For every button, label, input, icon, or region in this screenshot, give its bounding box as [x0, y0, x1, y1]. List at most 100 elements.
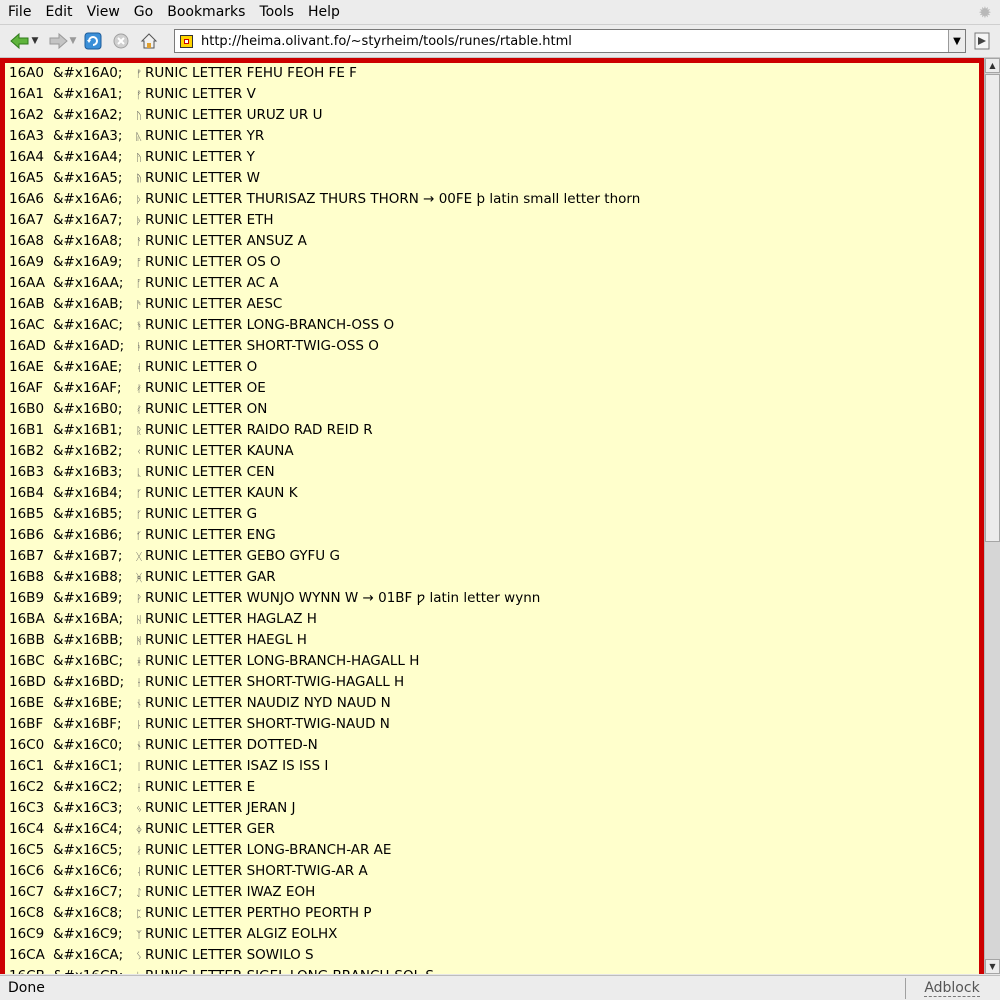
- row-code: 16C6: [9, 863, 45, 879]
- adblock-panel[interactable]: Adblock: [905, 978, 998, 999]
- back-dropdown-icon[interactable]: ▼: [32, 36, 39, 46]
- table-row: 16BE &#x16BE; ᚾ RUNIC LETTER NAUDIZ NYD NAU…: [9, 693, 391, 714]
- row-code: 16A5: [9, 170, 45, 186]
- row-entity: &#x16A3;: [53, 128, 123, 144]
- table-row: 16A8 &#x16A8; ᚨ RUNIC LETTER ANSUZ A: [9, 231, 307, 252]
- row-name: RUNIC LETTER KAUN K: [145, 485, 298, 501]
- row-name: RUNIC LETTER WUNJO WYNN W → 01BF ƿ latin…: [145, 590, 541, 606]
- row-entity: &#x16B0;: [53, 401, 123, 417]
- row-name: RUNIC LETTER URUZ UR U: [145, 107, 323, 123]
- page-content: 16A0 &#x16A0; ᚠ RUNIC LETTER FEHU FEOH FE F…: [0, 58, 984, 974]
- row-name: RUNIC LETTER YR: [145, 128, 265, 144]
- row-name: RUNIC LETTER SHORT-TWIG-NAUD N: [145, 716, 390, 732]
- scroll-up-arrow-icon[interactable]: ▲: [985, 58, 1000, 73]
- row-code: 16B6: [9, 527, 45, 543]
- row-code: 16A3: [9, 128, 45, 144]
- table-row: 16A0 &#x16A0; ᚠ RUNIC LETTER FEHU FEOH FE F: [9, 63, 357, 84]
- row-name: RUNIC LETTER GAR: [145, 569, 276, 585]
- back-button[interactable]: ▼: [6, 29, 42, 53]
- scrollbar-thumb[interactable]: [985, 74, 1000, 542]
- menu-help[interactable]: Help: [301, 0, 347, 24]
- reload-button[interactable]: [82, 29, 104, 53]
- row-code: 16A7: [9, 212, 45, 228]
- vertical-scrollbar[interactable]: ▲ ▼: [984, 58, 1000, 974]
- row-name: RUNIC LETTER THURISAZ THURS THORN → 00FE…: [145, 191, 641, 207]
- row-code: 16A4: [9, 149, 45, 165]
- row-name: RUNIC LETTER CEN: [145, 464, 275, 480]
- table-row: 16A5 &#x16A5; ᚥ RUNIC LETTER W: [9, 168, 260, 189]
- table-row: 16A2 &#x16A2; ᚢ RUNIC LETTER URUZ UR U: [9, 105, 322, 126]
- row-name: RUNIC LETTER SHORT-TWIG-AR A: [145, 863, 368, 879]
- row-entity: &#x16C2;: [53, 779, 123, 795]
- row-code: 16AF: [9, 380, 44, 396]
- menu-tools[interactable]: Tools: [252, 0, 301, 24]
- menu-view[interactable]: View: [80, 0, 127, 24]
- table-row: 16BD &#x16BD; ᚽ RUNIC LETTER SHORT-TWIG-HAG…: [9, 672, 404, 693]
- table-row: 16AE &#x16AE; ᚮ RUNIC LETTER O: [9, 357, 257, 378]
- row-entity: &#x16B9;: [53, 590, 123, 606]
- menu-bookmarks[interactable]: Bookmarks: [160, 0, 252, 24]
- table-row: 16B6 &#x16B6; ᚶ RUNIC LETTER ENG: [9, 525, 276, 546]
- row-name: RUNIC LETTER NAUDIZ NYD NAUD N: [145, 695, 391, 711]
- row-entity: &#x16AF;: [53, 380, 122, 396]
- url-bar[interactable]: http://heima.olivant.fo/~styrheim/tools/…: [174, 29, 966, 53]
- row-code: 16B1: [9, 422, 45, 438]
- row-glyph: ᚴ: [136, 489, 142, 500]
- row-name: RUNIC LETTER FEHU FEOH FE F: [145, 65, 357, 81]
- scroll-down-arrow-icon[interactable]: ▼: [985, 959, 1000, 974]
- table-row: 16B1 &#x16B1; ᚱ RUNIC LETTER RAIDO RAD REID…: [9, 420, 373, 441]
- row-name: RUNIC LETTER LONG-BRANCH-OSS O: [145, 317, 395, 333]
- go-button[interactable]: [970, 29, 994, 53]
- row-code: 16B9: [9, 590, 45, 606]
- forward-dropdown-icon[interactable]: ▼: [70, 36, 77, 46]
- row-code: 16A6: [9, 191, 45, 207]
- table-row: 16CB&#x16CB;ᛋRUNIC LETTER SIGEL LONG-BRA…: [9, 966, 434, 974]
- table-row: 16B8 &#x16B8; ᚸ RUNIC LETTER GAR: [9, 567, 276, 588]
- table-row: 16BB &#x16BB; ᚻ RUNIC LETTER HAEGL H: [9, 630, 307, 651]
- row-entity: &#x16BA;: [53, 611, 124, 627]
- row-entity: &#x16BE;: [53, 695, 123, 711]
- table-row: 16AD &#x16AD; ᚭ RUNIC LETTER SHORT-TWIG-OSS…: [9, 336, 379, 357]
- row-entity: &#x16A0;: [53, 65, 123, 81]
- menu-file[interactable]: File: [0, 0, 38, 24]
- stop-button[interactable]: [110, 29, 132, 53]
- row-glyph: ᚱ: [136, 426, 142, 437]
- table-row: 16C2 &#x16C2; ᛂ RUNIC LETTER E: [9, 777, 255, 798]
- url-history-dropdown-icon[interactable]: ▼: [948, 30, 965, 52]
- row-name: RUNIC LETTER V: [145, 86, 256, 102]
- forward-button[interactable]: ▼: [44, 29, 80, 53]
- row-glyph: ᚪ: [136, 279, 142, 290]
- menu-go[interactable]: Go: [127, 0, 160, 24]
- row-entity: &#x16B1;: [53, 422, 123, 438]
- row-entity: &#x16A1;: [53, 86, 123, 102]
- row-name: RUNIC LETTER LONG-BRANCH-HAGALL H: [145, 653, 420, 669]
- row-glyph: ᚯ: [136, 384, 142, 395]
- row-glyph: ᚭ: [136, 342, 142, 353]
- row-name: RUNIC LETTER E: [145, 779, 256, 795]
- row-code: 16BE: [9, 695, 44, 711]
- row-glyph: ᛅ: [136, 846, 142, 857]
- row-entity: &#x16A4;: [53, 149, 123, 165]
- row-entity: &#x16B6;: [53, 527, 123, 543]
- row-entity: &#x16B8;: [53, 569, 123, 585]
- menu-edit[interactable]: Edit: [38, 0, 79, 24]
- row-code: 16BF: [9, 716, 44, 732]
- row-code: 16A9: [9, 254, 45, 270]
- table-row: 16CA &#x16CA; ᛊ RUNIC LETTER SOWILO S: [9, 945, 314, 966]
- row-entity: &#x16BC;: [53, 653, 124, 669]
- row-glyph: ᛆ: [136, 867, 142, 878]
- row-glyph: ᚺ: [136, 615, 142, 626]
- navigation-toolbar: ▼ ▼ http://heima.olivant.fo/~styrheim/to…: [0, 25, 1000, 58]
- row-entity: &#x16AD;: [53, 338, 125, 354]
- throbber-icon: ✹: [978, 2, 992, 22]
- row-glyph: ᛉ: [136, 930, 142, 941]
- row-name: RUNIC LETTER W: [145, 170, 260, 186]
- home-button[interactable]: [138, 29, 160, 53]
- table-row: 16A6 &#x16A6; ᚦ RUNIC LETTER THURISAZ THURS…: [9, 189, 640, 210]
- row-entity: &#x16B3;: [53, 464, 123, 480]
- row-name: RUNIC LETTER ANSUZ A: [145, 233, 307, 249]
- url-text[interactable]: http://heima.olivant.fo/~styrheim/tools/…: [201, 34, 572, 49]
- adblock-label[interactable]: Adblock: [924, 980, 980, 997]
- row-glyph: ᚾ: [136, 699, 142, 710]
- status-bar: Done Adblock: [0, 975, 1000, 1000]
